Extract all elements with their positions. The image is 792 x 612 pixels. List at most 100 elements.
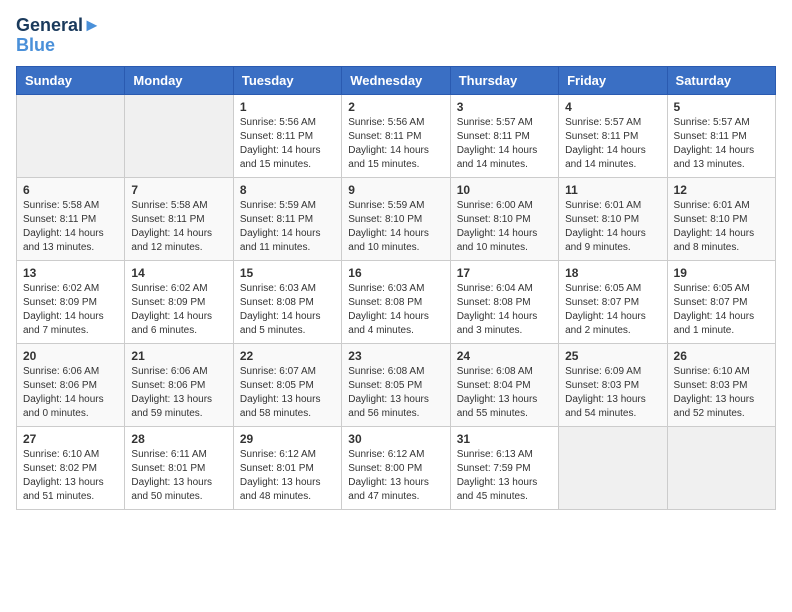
calendar-cell: 10 Sunrise: 6:00 AM Sunset: 8:10 PM Dayli… [450, 177, 558, 260]
day-info: Sunrise: 5:59 AM Sunset: 8:10 PM Dayligh… [348, 199, 443, 255]
day-info: Sunrise: 6:01 AM Sunset: 8:10 PM Dayligh… [565, 199, 660, 255]
day-number: 23 [348, 349, 443, 363]
day-info: Sunrise: 6:07 AM Sunset: 8:05 PM Dayligh… [240, 365, 335, 421]
calendar-cell: 2 Sunrise: 5:56 AM Sunset: 8:11 PM Daylig… [342, 94, 450, 177]
day-info: Sunrise: 6:00 AM Sunset: 8:10 PM Dayligh… [457, 199, 552, 255]
calendar-cell: 24 Sunrise: 6:08 AM Sunset: 8:04 PM Dayli… [450, 343, 558, 426]
calendar-table: SundayMondayTuesdayWednesdayThursdayFrid… [16, 66, 776, 510]
calendar-week-row: 1Sunrise: 5:56 AM Sunset: 8:11 PM Daylig… [17, 94, 776, 177]
day-number: 19 [674, 266, 769, 280]
day-info: Sunrise: 5:56 AM Sunset: 8:11 PM Dayligh… [348, 116, 443, 172]
calendar-cell: 29 Sunrise: 6:12 AM Sunset: 8:01 PM Dayli… [233, 426, 341, 509]
day-info: Sunrise: 6:05 AM Sunset: 8:07 PM Dayligh… [565, 282, 660, 338]
calendar-cell: 4 Sunrise: 5:57 AM Sunset: 8:11 PM Daylig… [559, 94, 667, 177]
day-number: 14 [131, 266, 226, 280]
calendar-header-row: SundayMondayTuesdayWednesdayThursdayFrid… [17, 66, 776, 94]
calendar-cell: 30Sunrise: 6:12 AM Sunset: 8:00 PM Dayli… [342, 426, 450, 509]
calendar-cell [559, 426, 667, 509]
day-number: 10 [457, 183, 552, 197]
calendar-cell: 19Sunrise: 6:05 AM Sunset: 8:07 PM Dayli… [667, 260, 775, 343]
day-info: Sunrise: 6:06 AM Sunset: 8:06 PM Dayligh… [23, 365, 118, 421]
weekday-header: Thursday [450, 66, 558, 94]
day-number: 9 [348, 183, 443, 197]
day-number: 27 [23, 432, 118, 446]
day-number: 18 [565, 266, 660, 280]
day-info: Sunrise: 5:57 AM Sunset: 8:11 PM Dayligh… [565, 116, 660, 172]
day-number: 6 [23, 183, 118, 197]
day-info: Sunrise: 6:08 AM Sunset: 8:05 PM Dayligh… [348, 365, 443, 421]
day-number: 24 [457, 349, 552, 363]
day-number: 21 [131, 349, 226, 363]
day-info: Sunrise: 5:59 AM Sunset: 8:11 PM Dayligh… [240, 199, 335, 255]
day-info: Sunrise: 5:57 AM Sunset: 8:11 PM Dayligh… [457, 116, 552, 172]
calendar-cell: 31 Sunrise: 6:13 AM Sunset: 7:59 PM Dayli… [450, 426, 558, 509]
day-info: Sunrise: 5:57 AM Sunset: 8:11 PM Dayligh… [674, 116, 769, 172]
calendar-cell: 5 Sunrise: 5:57 AM Sunset: 8:11 PM Daylig… [667, 94, 775, 177]
calendar-week-row: 20 Sunrise: 6:06 AM Sunset: 8:06 PM Dayli… [17, 343, 776, 426]
day-number: 8 [240, 183, 335, 197]
weekday-header: Friday [559, 66, 667, 94]
calendar-cell: 1Sunrise: 5:56 AM Sunset: 8:11 PM Daylig… [233, 94, 341, 177]
day-info: Sunrise: 6:08 AM Sunset: 8:04 PM Dayligh… [457, 365, 552, 421]
day-info: Sunrise: 6:04 AM Sunset: 8:08 PM Dayligh… [457, 282, 552, 338]
day-number: 2 [348, 100, 443, 114]
day-number: 28 [131, 432, 226, 446]
logo-blue: Blue [16, 36, 101, 56]
day-number: 15 [240, 266, 335, 280]
calendar-week-row: 13Sunrise: 6:02 AM Sunset: 8:09 PM Dayli… [17, 260, 776, 343]
calendar-cell: 6 Sunrise: 5:58 AM Sunset: 8:11 PM Daylig… [17, 177, 125, 260]
weekday-header: Saturday [667, 66, 775, 94]
day-info: Sunrise: 6:11 AM Sunset: 8:01 PM Dayligh… [131, 448, 226, 504]
day-info: Sunrise: 6:06 AM Sunset: 8:06 PM Dayligh… [131, 365, 226, 421]
calendar-cell [667, 426, 775, 509]
day-info: Sunrise: 5:58 AM Sunset: 8:11 PM Dayligh… [23, 199, 118, 255]
calendar-cell: 23 Sunrise: 6:08 AM Sunset: 8:05 PM Dayli… [342, 343, 450, 426]
day-number: 20 [23, 349, 118, 363]
day-number: 22 [240, 349, 335, 363]
day-number: 4 [565, 100, 660, 114]
day-info: Sunrise: 5:56 AM Sunset: 8:11 PM Dayligh… [240, 116, 335, 172]
day-number: 29 [240, 432, 335, 446]
day-info: Sunrise: 6:13 AM Sunset: 7:59 PM Dayligh… [457, 448, 552, 504]
calendar-cell: 25 Sunrise: 6:09 AM Sunset: 8:03 PM Dayli… [559, 343, 667, 426]
logo: General► Blue [16, 16, 101, 56]
day-info: Sunrise: 6:01 AM Sunset: 8:10 PM Dayligh… [674, 199, 769, 255]
calendar-cell [17, 94, 125, 177]
weekday-header: Wednesday [342, 66, 450, 94]
day-info: Sunrise: 6:02 AM Sunset: 8:09 PM Dayligh… [131, 282, 226, 338]
day-number: 11 [565, 183, 660, 197]
calendar-cell: 9 Sunrise: 5:59 AM Sunset: 8:10 PM Daylig… [342, 177, 450, 260]
day-number: 5 [674, 100, 769, 114]
calendar-cell: 22 Sunrise: 6:07 AM Sunset: 8:05 PM Dayli… [233, 343, 341, 426]
calendar-cell: 27 Sunrise: 6:10 AM Sunset: 8:02 PM Dayli… [17, 426, 125, 509]
calendar-cell: 15 Sunrise: 6:03 AM Sunset: 8:08 PM Dayli… [233, 260, 341, 343]
day-info: Sunrise: 6:10 AM Sunset: 8:02 PM Dayligh… [23, 448, 118, 504]
day-info: Sunrise: 5:58 AM Sunset: 8:11 PM Dayligh… [131, 199, 226, 255]
day-info: Sunrise: 6:09 AM Sunset: 8:03 PM Dayligh… [565, 365, 660, 421]
day-info: Sunrise: 6:03 AM Sunset: 8:08 PM Dayligh… [240, 282, 335, 338]
calendar-cell: 8 Sunrise: 5:59 AM Sunset: 8:11 PM Daylig… [233, 177, 341, 260]
calendar-cell [125, 94, 233, 177]
calendar-week-row: 6 Sunrise: 5:58 AM Sunset: 8:11 PM Daylig… [17, 177, 776, 260]
calendar-cell: 20 Sunrise: 6:06 AM Sunset: 8:06 PM Dayli… [17, 343, 125, 426]
calendar-cell: 11 Sunrise: 6:01 AM Sunset: 8:10 PM Dayli… [559, 177, 667, 260]
day-info: Sunrise: 6:10 AM Sunset: 8:03 PM Dayligh… [674, 365, 769, 421]
day-number: 26 [674, 349, 769, 363]
calendar-cell: 14 Sunrise: 6:02 AM Sunset: 8:09 PM Dayli… [125, 260, 233, 343]
day-number: 17 [457, 266, 552, 280]
day-info: Sunrise: 6:12 AM Sunset: 8:01 PM Dayligh… [240, 448, 335, 504]
weekday-header: Tuesday [233, 66, 341, 94]
calendar-cell: 18 Sunrise: 6:05 AM Sunset: 8:07 PM Dayli… [559, 260, 667, 343]
weekday-header: Monday [125, 66, 233, 94]
calendar-cell: 12Sunrise: 6:01 AM Sunset: 8:10 PM Dayli… [667, 177, 775, 260]
weekday-header: Sunday [17, 66, 125, 94]
day-info: Sunrise: 6:02 AM Sunset: 8:09 PM Dayligh… [23, 282, 118, 338]
day-number: 30 [348, 432, 443, 446]
day-number: 31 [457, 432, 552, 446]
day-number: 25 [565, 349, 660, 363]
day-number: 16 [348, 266, 443, 280]
day-number: 7 [131, 183, 226, 197]
calendar-cell: 28 Sunrise: 6:11 AM Sunset: 8:01 PM Dayli… [125, 426, 233, 509]
calendar-week-row: 27 Sunrise: 6:10 AM Sunset: 8:02 PM Dayli… [17, 426, 776, 509]
day-number: 3 [457, 100, 552, 114]
